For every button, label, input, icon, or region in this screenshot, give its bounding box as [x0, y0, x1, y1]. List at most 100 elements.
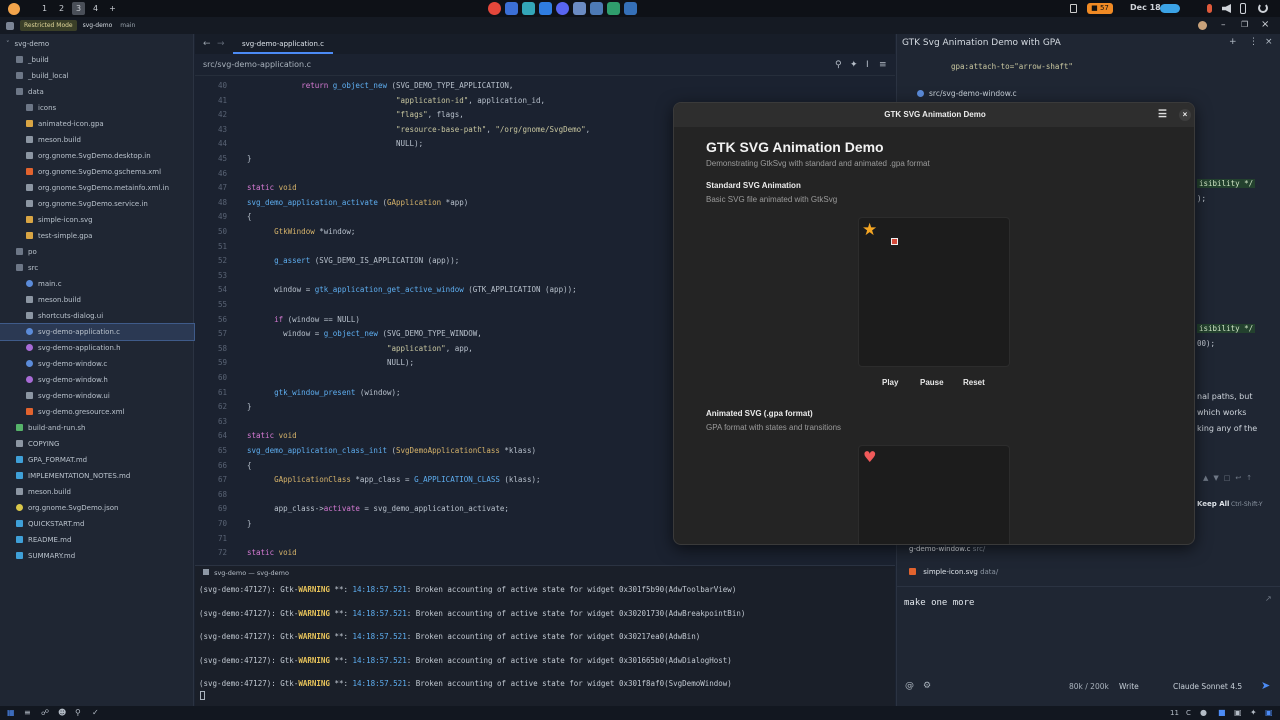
profile-icon[interactable]: ⚙ [923, 681, 931, 691]
gtk-close-button[interactable]: × [1179, 109, 1191, 121]
tree-item[interactable]: test-simple.gpa [0, 228, 194, 244]
tree-item[interactable]: po [0, 244, 194, 260]
workspace-5[interactable]: + [106, 2, 119, 15]
bell-icon[interactable]: ● [1200, 708, 1207, 717]
tree-item[interactable]: icons [0, 100, 194, 116]
tree-item[interactable]: svg-demo-window.ui [0, 388, 194, 404]
discord-icon[interactable] [556, 2, 569, 15]
tree-item[interactable]: meson.build [0, 484, 194, 500]
file-reference[interactable]: src/svg-demo-window.c [917, 89, 1017, 98]
tree-item[interactable]: svg-demo-window.h [0, 372, 194, 388]
send-icon[interactable]: ➤ [1261, 679, 1270, 692]
tree-item[interactable]: ˅ svg-demo [0, 36, 194, 52]
message-input[interactable]: make one more [904, 598, 974, 608]
tree-item[interactable]: _build [0, 52, 194, 68]
nav-back-icon[interactable]: ← [203, 39, 211, 49]
terminal-tab[interactable]: svg-demo — svg-demo [203, 569, 289, 577]
tree-item[interactable]: main.c [0, 276, 194, 292]
tree-item[interactable]: animated-icon.gpa [0, 116, 194, 132]
terminal-panel[interactable]: svg-demo — svg-demo (svg-demo:47127): Gt… [195, 565, 895, 706]
file-path[interactable]: src/svg-demo-application.c [203, 60, 311, 69]
minimize-button[interactable]: – [1221, 20, 1226, 30]
feedback-icons[interactable]: ▲▼□↩↑ [1203, 474, 1257, 482]
tree-item[interactable]: data [0, 84, 194, 100]
mention-icon[interactable]: @ [905, 681, 914, 691]
cursor-position[interactable]: 11 [1170, 709, 1179, 717]
tree-item[interactable]: svg-demo-application.c [0, 323, 195, 341]
new-thread-icon[interactable]: + [1229, 37, 1237, 47]
tree-item[interactable]: simple-icon.svg [0, 212, 194, 228]
gtk-demo-window[interactable]: GTK SVG Animation Demo ☰ × GTK SVG Anima… [673, 102, 1195, 545]
panel-toggle-icon[interactable]: ▦ [7, 708, 15, 717]
branch-name[interactable]: main [120, 22, 135, 29]
settings-sliders-icon[interactable]: ≡ [879, 54, 887, 76]
chat-status-icon[interactable]: ▣ [1265, 708, 1273, 717]
nav-forward-icon[interactable]: → [217, 39, 225, 49]
tree-item[interactable]: svg-demo.gresource.xml [0, 404, 194, 420]
pause-button[interactable]: Pause [914, 375, 950, 391]
tree-item[interactable]: _build_local [0, 68, 194, 84]
menu-icon[interactable]: ⋮ [1249, 37, 1258, 47]
language-indicator[interactable]: C [1186, 709, 1191, 717]
microphone-icon[interactable] [1207, 4, 1212, 13]
editor-icon[interactable] [539, 2, 552, 15]
tree-item[interactable]: svg-demo-window.c [0, 356, 194, 372]
code-line[interactable]: 72 static void [195, 546, 895, 560]
workspace-1[interactable]: 1 [38, 2, 51, 15]
network-icon[interactable] [573, 2, 586, 15]
tree-item[interactable]: org.gnome.SvgDemo.metainfo.xml.in [0, 180, 194, 196]
keep-all-button[interactable]: Keep All [1197, 500, 1229, 508]
tree-item[interactable]: meson.build [0, 132, 194, 148]
context-file[interactable]: g-demo-window.c src/ [909, 545, 985, 553]
workspace-4[interactable]: 4 [89, 2, 102, 15]
reset-button[interactable]: Reset [957, 375, 991, 391]
cursor-icon[interactable]: I [866, 54, 869, 76]
media-icon[interactable] [607, 2, 620, 15]
mode-select[interactable]: Write [1119, 682, 1139, 691]
tree-item[interactable]: org.gnome.SvgDemo.desktop.in [0, 148, 194, 164]
tree-item[interactable]: README.md [0, 532, 194, 548]
power-icon[interactable] [1258, 3, 1268, 13]
volume-icon[interactable] [1222, 4, 1231, 13]
collab-icon[interactable]: ☻ [58, 708, 66, 717]
files-icon[interactable] [522, 2, 535, 15]
search-icon[interactable]: ⚲ [835, 54, 842, 76]
restricted-mode-badge[interactable]: Restricted Mode [20, 20, 77, 31]
clipboard-icon[interactable] [1070, 4, 1077, 13]
tree-item[interactable]: src [0, 260, 194, 276]
tree-item[interactable]: SUMMARY.md [0, 548, 194, 564]
agent-icon[interactable]: ■ [1218, 708, 1226, 717]
tree-item[interactable]: org.gnome.SvgDemo.json [0, 500, 194, 516]
bluetooth-icon[interactable] [1240, 3, 1246, 14]
project-name[interactable]: svg-demo [83, 22, 113, 29]
assistant-icon[interactable]: ✦ [850, 54, 858, 76]
tree-item[interactable]: org.gnome.SvgDemo.gschema.xml [0, 164, 194, 180]
tree-item[interactable]: meson.build [0, 292, 194, 308]
tree-item[interactable]: IMPLEMENTATION_NOTES.md [0, 468, 194, 484]
close-panel-icon[interactable]: × [1265, 37, 1273, 47]
outline-icon[interactable]: ≡ [24, 708, 31, 717]
app-menu-icon[interactable] [8, 2, 20, 15]
settings-icon[interactable] [624, 2, 637, 15]
git-icon[interactable]: ☍ [41, 708, 49, 717]
tree-item[interactable]: org.gnome.SvgDemo.service.in [0, 196, 194, 212]
hamburger-menu-icon[interactable]: ☰ [1158, 103, 1167, 127]
tab-svg-demo-application[interactable]: svg-demo-application.c [233, 34, 333, 54]
user-avatar[interactable] [1198, 21, 1207, 30]
tree-item[interactable]: GPA_FORMAT.md [0, 452, 194, 468]
assistant-status-icon[interactable]: ✦ [1250, 708, 1257, 717]
chrome-icon[interactable] [488, 2, 501, 15]
workspace-3[interactable]: 3 [72, 2, 85, 15]
context-file[interactable]: simple-icon.svg data/ [909, 568, 998, 576]
workspace-2[interactable]: 2 [55, 2, 68, 15]
code-line[interactable]: 40 return g_object_new (SVG_DEMO_TYPE_AP… [195, 79, 895, 93]
battery-indicator[interactable]: ■ 57 [1087, 3, 1113, 14]
tree-item[interactable]: shortcuts-dialog.ui [0, 308, 194, 324]
tree-item[interactable]: COPYING [0, 436, 194, 452]
tree-item[interactable]: QUICKSTART.md [0, 516, 194, 532]
play-button[interactable]: Play [876, 375, 904, 391]
model-select[interactable]: Claude Sonnet 4.5 [1173, 682, 1242, 691]
clock[interactable]: Dec 18 [1130, 3, 1161, 12]
tree-item[interactable]: build-and-run.sh [0, 420, 194, 436]
tree-item[interactable]: svg-demo-application.h [0, 340, 194, 356]
